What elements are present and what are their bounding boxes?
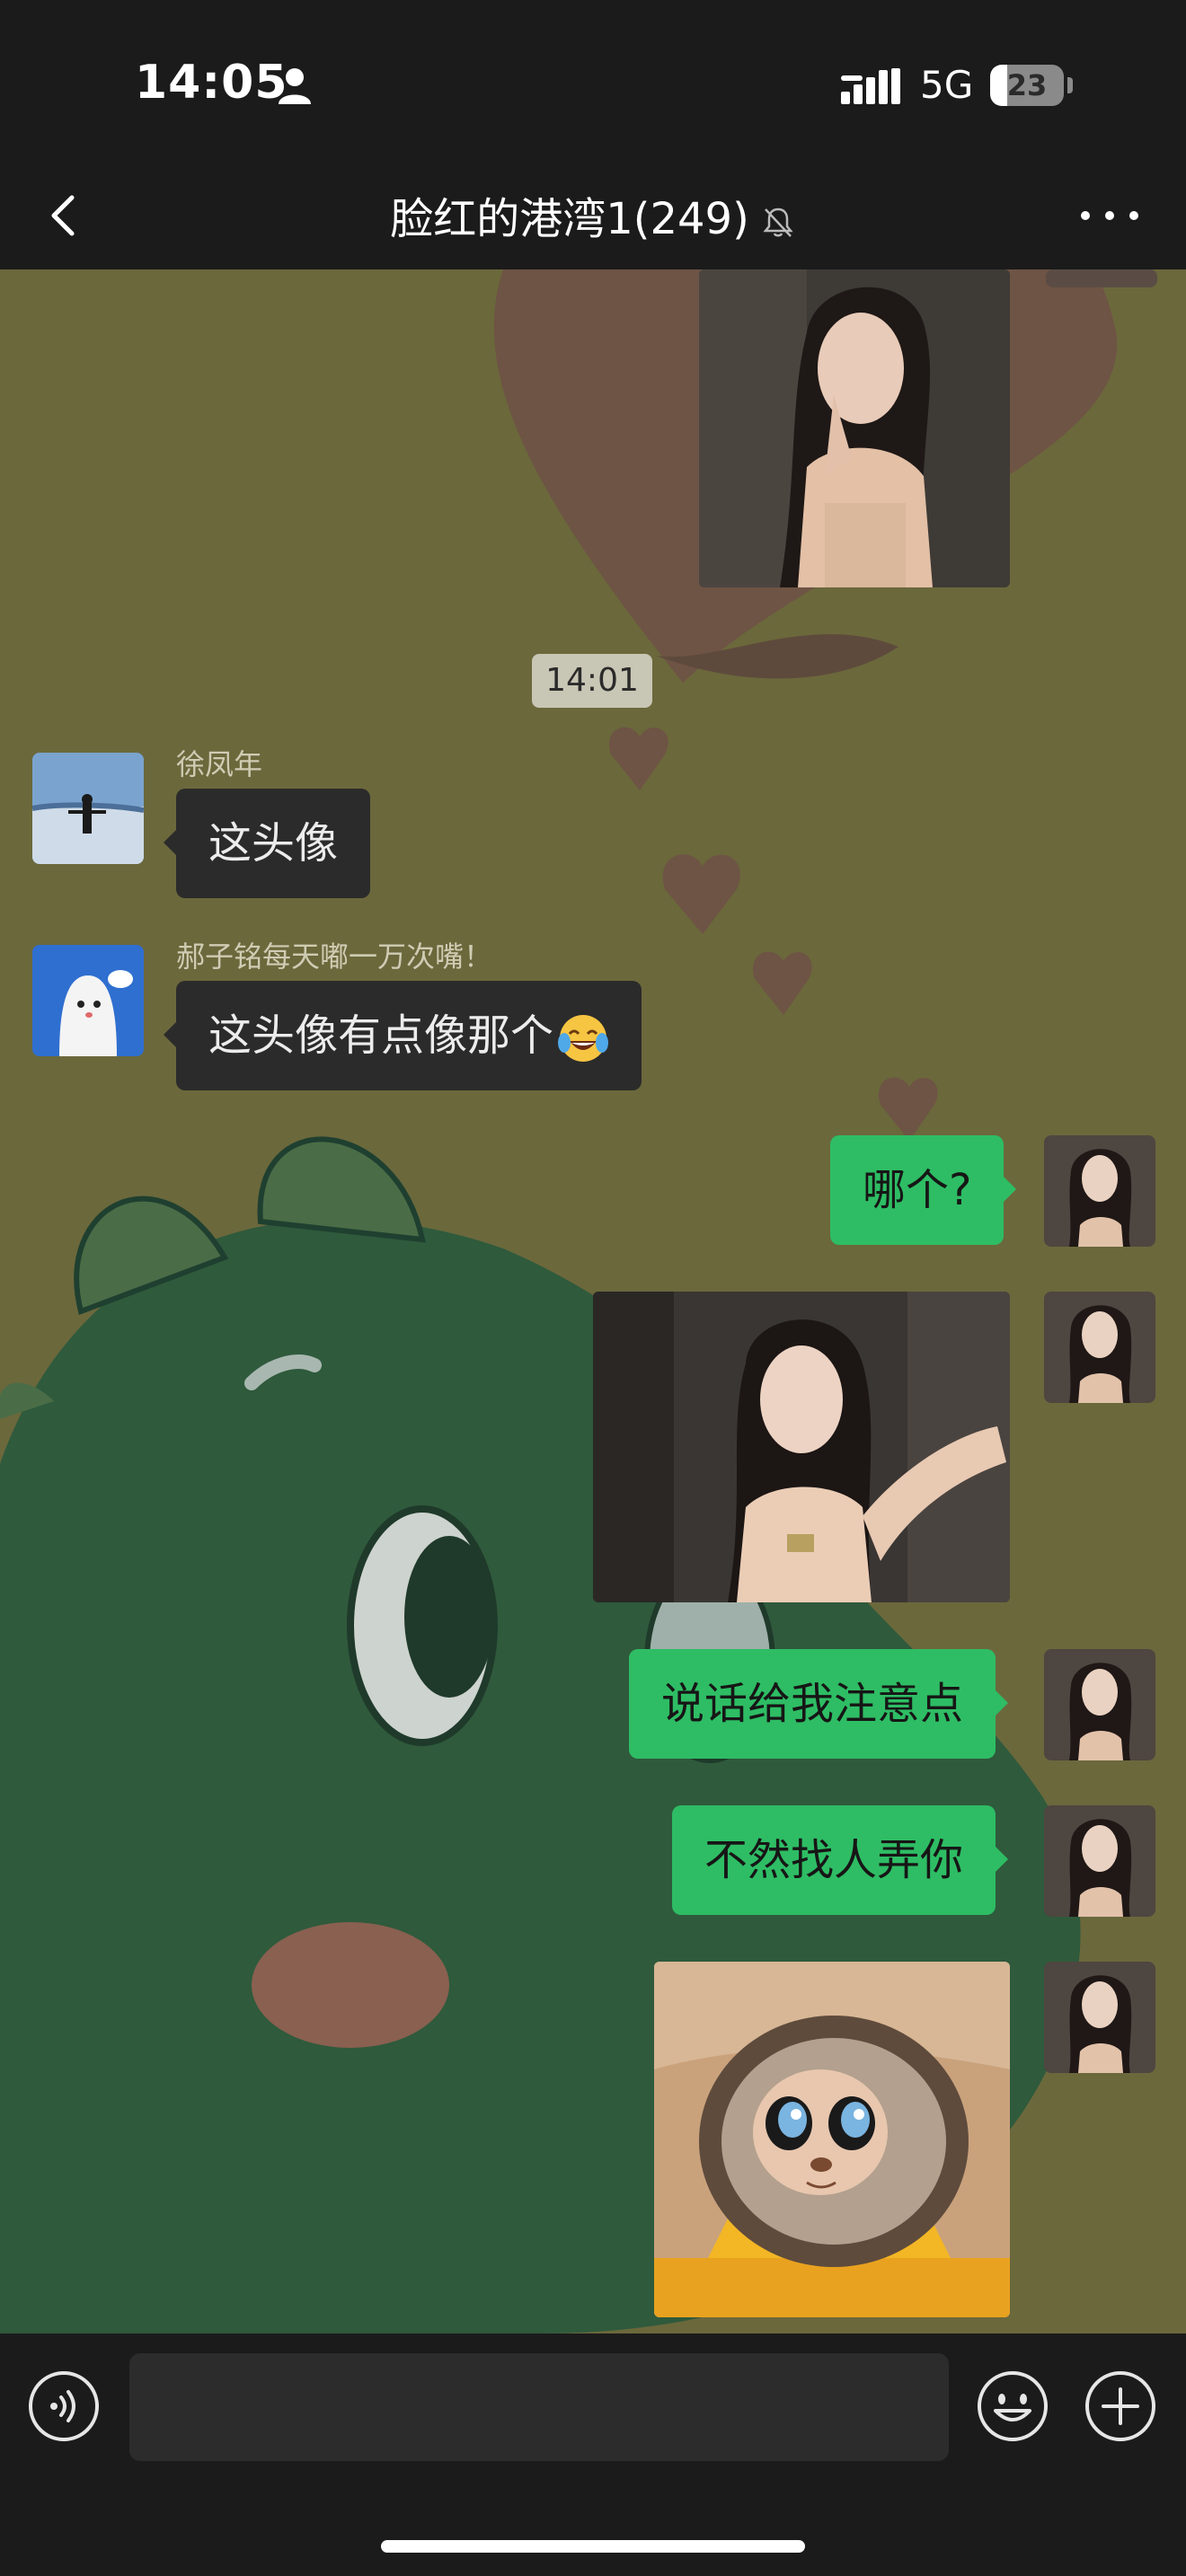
message-bubble-outgoing[interactable]: 说话给我注意点 (629, 1649, 1009, 1759)
chat-title: 脸红的港湾1(249) (0, 183, 1186, 246)
message-text: 这头像有点像那个 (208, 1010, 554, 1061)
sender-name: 郝子铭每天嘟一万次嘴！ (176, 940, 493, 974)
chat-area[interactable]: 14:01 徐凤年 这头像 郝子铭每天嘟一万次嘴！ 这头像有点像那个 哪个? 说… (0, 269, 1186, 2333)
sender-name: 徐凤年 (176, 747, 263, 781)
avatar-self[interactable] (1044, 1962, 1155, 2073)
home-indicator[interactable] (381, 2540, 805, 2553)
signal-icon (841, 68, 900, 104)
avatar-self[interactable] (1046, 269, 1157, 287)
chat-title-text: 脸红的港湾1(249) (390, 194, 749, 244)
message-bubble-incoming[interactable]: 这头像 (163, 789, 371, 898)
mute-bell-icon (763, 207, 793, 237)
battery-icon: 23 (990, 65, 1075, 106)
more-options-icon[interactable] (1069, 198, 1150, 234)
message-image[interactable] (593, 1292, 1010, 1602)
avatar-xu-fengnian[interactable] (32, 753, 144, 864)
battery-level: 23 (1006, 68, 1048, 102)
message-bubble-outgoing[interactable]: 不然找人弄你 (672, 1805, 1009, 1915)
message-image[interactable] (699, 269, 1010, 587)
avatar-self[interactable] (1044, 1292, 1155, 1403)
input-bar (0, 2333, 1186, 2576)
message-image[interactable] (654, 1962, 1010, 2317)
timestamp-chip: 14:01 (532, 654, 652, 708)
voice-icon[interactable] (27, 2369, 101, 2443)
network-type: 5G (920, 63, 974, 107)
message-bubble-incoming[interactable]: 这头像有点像那个 (163, 981, 642, 1090)
avatar-hao-ziming[interactable] (32, 945, 144, 1056)
message-input[interactable] (129, 2353, 949, 2461)
chat-header: 脸红的港湾1(249) (0, 162, 1186, 270)
status-time: 14:05 (135, 56, 288, 110)
status-bar: 14:05 5G 23 (0, 0, 1186, 162)
plus-icon[interactable] (1084, 2369, 1157, 2443)
avatar-self[interactable] (1044, 1805, 1155, 1917)
avatar-self[interactable] (1044, 1135, 1155, 1247)
person-icon (279, 68, 311, 104)
avatar-self[interactable] (1044, 1649, 1155, 1760)
tears-of-joy-emoji-icon (558, 1015, 609, 1062)
smiley-icon[interactable] (976, 2369, 1049, 2443)
message-bubble-outgoing[interactable]: 哪个? (830, 1135, 1018, 1245)
